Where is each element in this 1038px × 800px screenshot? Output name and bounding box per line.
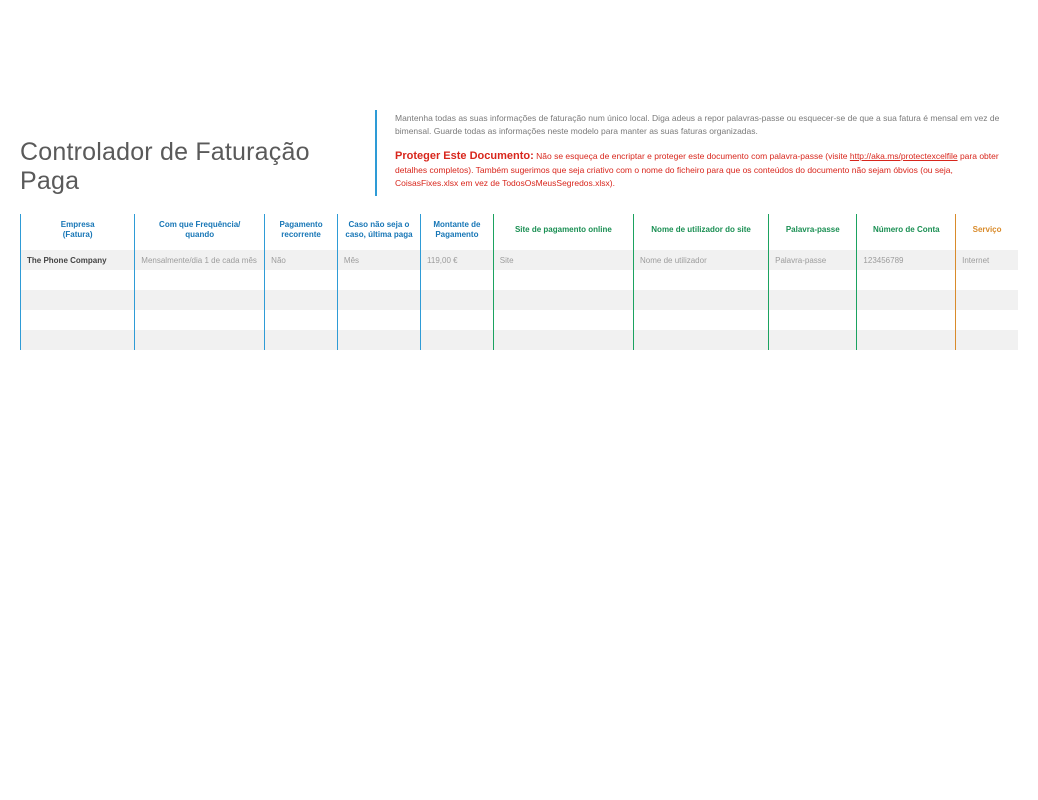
- cell-recorrente[interactable]: Não: [265, 250, 338, 270]
- header-divider: [375, 110, 377, 196]
- protect-link[interactable]: http://aka.ms/protectexcelfile: [850, 151, 958, 161]
- col-frequencia: Com que Frequência/quando: [135, 214, 265, 250]
- table-header-row: Empresa(Fatura) Com que Frequência/quand…: [21, 214, 1019, 250]
- col-site: Site de pagamento online: [493, 214, 633, 250]
- cell-site[interactable]: Site: [493, 250, 633, 270]
- cell-frequencia[interactable]: Mensalmente/dia 1 de cada mês: [135, 250, 265, 270]
- col-servico: Serviço: [956, 214, 1018, 250]
- col-recorrente: Pagamentorecorrente: [265, 214, 338, 250]
- cell-utilizador[interactable]: Nome de utilizador: [634, 250, 769, 270]
- protect-prefix: Não se esqueça de encriptar e proteger e…: [536, 151, 850, 161]
- billing-tracker-sheet: Controlador de Faturação Paga Mantenha t…: [0, 0, 1038, 350]
- page-title: Controlador de Faturação Paga: [20, 110, 375, 196]
- table-row[interactable]: The Phone Company Mensalmente/dia 1 de c…: [21, 250, 1019, 270]
- col-montante: Montante dePagamento: [421, 214, 494, 250]
- col-conta: Número de Conta: [857, 214, 956, 250]
- col-utilizador: Nome de utilizador do site: [634, 214, 769, 250]
- intro-block: Mantenha todas as suas informações de fa…: [395, 110, 1018, 196]
- col-ultima: Caso não seja ocaso, última paga: [337, 214, 420, 250]
- billing-table: Empresa(Fatura) Com que Frequência/quand…: [20, 214, 1018, 350]
- protect-block: Proteger Este Documento: Não se esqueça …: [395, 148, 1018, 190]
- cell-conta[interactable]: 123456789: [857, 250, 956, 270]
- cell-montante[interactable]: 119,00 €: [421, 250, 494, 270]
- table-row[interactable]: [21, 330, 1019, 350]
- col-empresa: Empresa(Fatura): [21, 214, 135, 250]
- cell-empresa[interactable]: The Phone Company: [21, 250, 135, 270]
- cell-palavra[interactable]: Palavra-passe: [769, 250, 857, 270]
- protect-title: Proteger Este Documento:: [395, 150, 534, 162]
- intro-description: Mantenha todas as suas informações de fa…: [395, 112, 1018, 138]
- col-palavra: Palavra-passe: [769, 214, 857, 250]
- table-row[interactable]: [21, 310, 1019, 330]
- cell-ultima[interactable]: Mês: [337, 250, 420, 270]
- table-row[interactable]: [21, 270, 1019, 290]
- cell-servico[interactable]: Internet: [956, 250, 1018, 270]
- table-row[interactable]: [21, 290, 1019, 310]
- header: Controlador de Faturação Paga Mantenha t…: [20, 110, 1018, 196]
